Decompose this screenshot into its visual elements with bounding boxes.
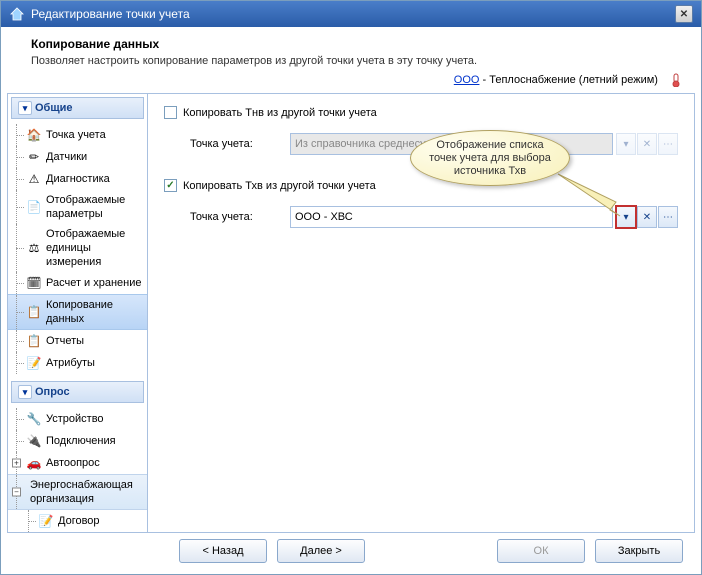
titlebar: Редактирование точки учета ✕ <box>1 1 701 27</box>
warning-icon: ⚠ <box>26 171 42 187</box>
thv-dropdown-button[interactable]: ▾ <box>616 206 636 228</box>
close-dialog-button[interactable]: Закрыть <box>595 539 683 563</box>
plug-icon: 🔌 <box>26 433 42 449</box>
page-subtitle: Позволяет настроить копирование параметр… <box>31 55 681 67</box>
sidebar-group-general[interactable]: ▾ Общие <box>11 97 144 119</box>
sidebar-group-poll[interactable]: ▾ Опрос <box>11 381 144 403</box>
clipboard-icon: 📋 <box>26 304 42 320</box>
thermometer-icon <box>669 73 681 87</box>
wrench-icon: 🔧 <box>26 411 42 427</box>
sidebar-item-display-units[interactable]: ⚖Отображаемые единицы измерения <box>8 224 147 272</box>
thv-clear-button[interactable]: ✕ <box>637 206 657 228</box>
sidebar-item-point[interactable]: 🏠Точка учета <box>8 124 147 146</box>
note-icon: 📝 <box>26 355 42 371</box>
expand-icon[interactable]: − <box>12 488 21 497</box>
callout-bubble: Отображение списка точек учета для выбор… <box>410 130 570 186</box>
context-suffix: - Теплоснабжение (летний режим) <box>479 74 657 86</box>
pencil-icon: ✏ <box>26 149 42 165</box>
sidebar-item-diagnostics[interactable]: ⚠Диагностика <box>8 168 147 190</box>
sidebar-item-reports[interactable]: 📋Отчеты <box>8 330 147 352</box>
sidebar-item-energy-org[interactable]: −Энергоснабжающая организация <box>8 474 147 510</box>
balance-icon: ⚖ <box>26 240 42 256</box>
tnv-more-button: ⋯ <box>658 133 678 155</box>
tree-general: 🏠Точка учета ✏Датчики ⚠Диагностика 📄Отоб… <box>8 122 147 378</box>
next-button[interactable]: Далее > <box>277 539 365 563</box>
thv-more-button[interactable]: ⋯ <box>658 206 678 228</box>
page-icon: 📄 <box>26 199 42 215</box>
collapse-icon: ▾ <box>18 101 32 115</box>
sidebar-item-copy-data[interactable]: 📋Копирование данных <box>8 294 147 330</box>
copy-tnv-checkbox[interactable] <box>164 106 177 119</box>
content-panel: Копировать Тнв из другой точки учета Точ… <box>148 94 694 532</box>
header-area: Копирование данных Позволяет настроить к… <box>1 27 701 73</box>
expand-icon[interactable]: + <box>12 459 21 468</box>
page-title: Копирование данных <box>31 37 681 51</box>
ok-button: ОК <box>497 539 585 563</box>
sidebar-item-calc-storage[interactable]: 🗓Расчет и хранение <box>8 272 147 294</box>
clipboard-icon: 📋 <box>26 333 42 349</box>
window-title: Редактирование точки учета <box>31 7 675 21</box>
sidebar-item-display-params[interactable]: 📄Отображаемые параметры <box>8 190 147 224</box>
sidebar: ▾ Общие 🏠Точка учета ✏Датчики ⚠Диагности… <box>8 94 148 532</box>
home-icon <box>9 6 25 22</box>
tnv-clear-button: ✕ <box>637 133 657 155</box>
car-icon: 🚗 <box>26 455 42 471</box>
collapse-icon: ▾ <box>18 385 32 399</box>
sidebar-item-device[interactable]: 🔧Устройство <box>8 408 147 430</box>
note-icon: 📝 <box>38 513 54 529</box>
context-bar: ООО - Теплоснабжение (летний режим) <box>1 73 701 93</box>
window: Редактирование точки учета ✕ Копирование… <box>0 0 702 575</box>
copy-thv-checkbox[interactable] <box>164 179 177 192</box>
copy-tnv-row: Копировать Тнв из другой точки учета <box>164 106 678 119</box>
button-bar: < Назад Далее > ОК Закрыть <box>1 528 701 574</box>
house-icon: 🏠 <box>26 127 42 143</box>
sidebar-item-attributes[interactable]: 📝Атрибуты <box>8 352 147 374</box>
close-button[interactable]: ✕ <box>675 5 693 23</box>
copy-tnv-label: Копировать Тнв из другой точки учета <box>183 107 377 119</box>
thv-point-label: Точка учета: <box>190 211 290 223</box>
tnv-point-label: Точка учета: <box>190 138 290 150</box>
sidebar-item-connections[interactable]: 🔌Подключения <box>8 430 147 452</box>
tnv-dropdown-button: ▾ <box>616 133 636 155</box>
tooltip-callout: Отображение списка точек учета для выбор… <box>410 130 580 204</box>
body-area: ▾ Общие 🏠Точка учета ✏Датчики ⚠Диагности… <box>7 93 695 533</box>
back-button[interactable]: < Назад <box>179 539 267 563</box>
sidebar-item-autopoll[interactable]: +🚗Автоопрос <box>8 452 147 474</box>
sidebar-item-sensors[interactable]: ✏Датчики <box>8 146 147 168</box>
calendar-icon: 🗓 <box>26 275 42 291</box>
context-link[interactable]: ООО <box>454 74 480 86</box>
tree-poll: 🔧Устройство 🔌Подключения +🚗Автоопрос −Эн… <box>8 406 147 532</box>
copy-thv-label: Копировать Тхв из другой точки учета <box>183 180 376 192</box>
